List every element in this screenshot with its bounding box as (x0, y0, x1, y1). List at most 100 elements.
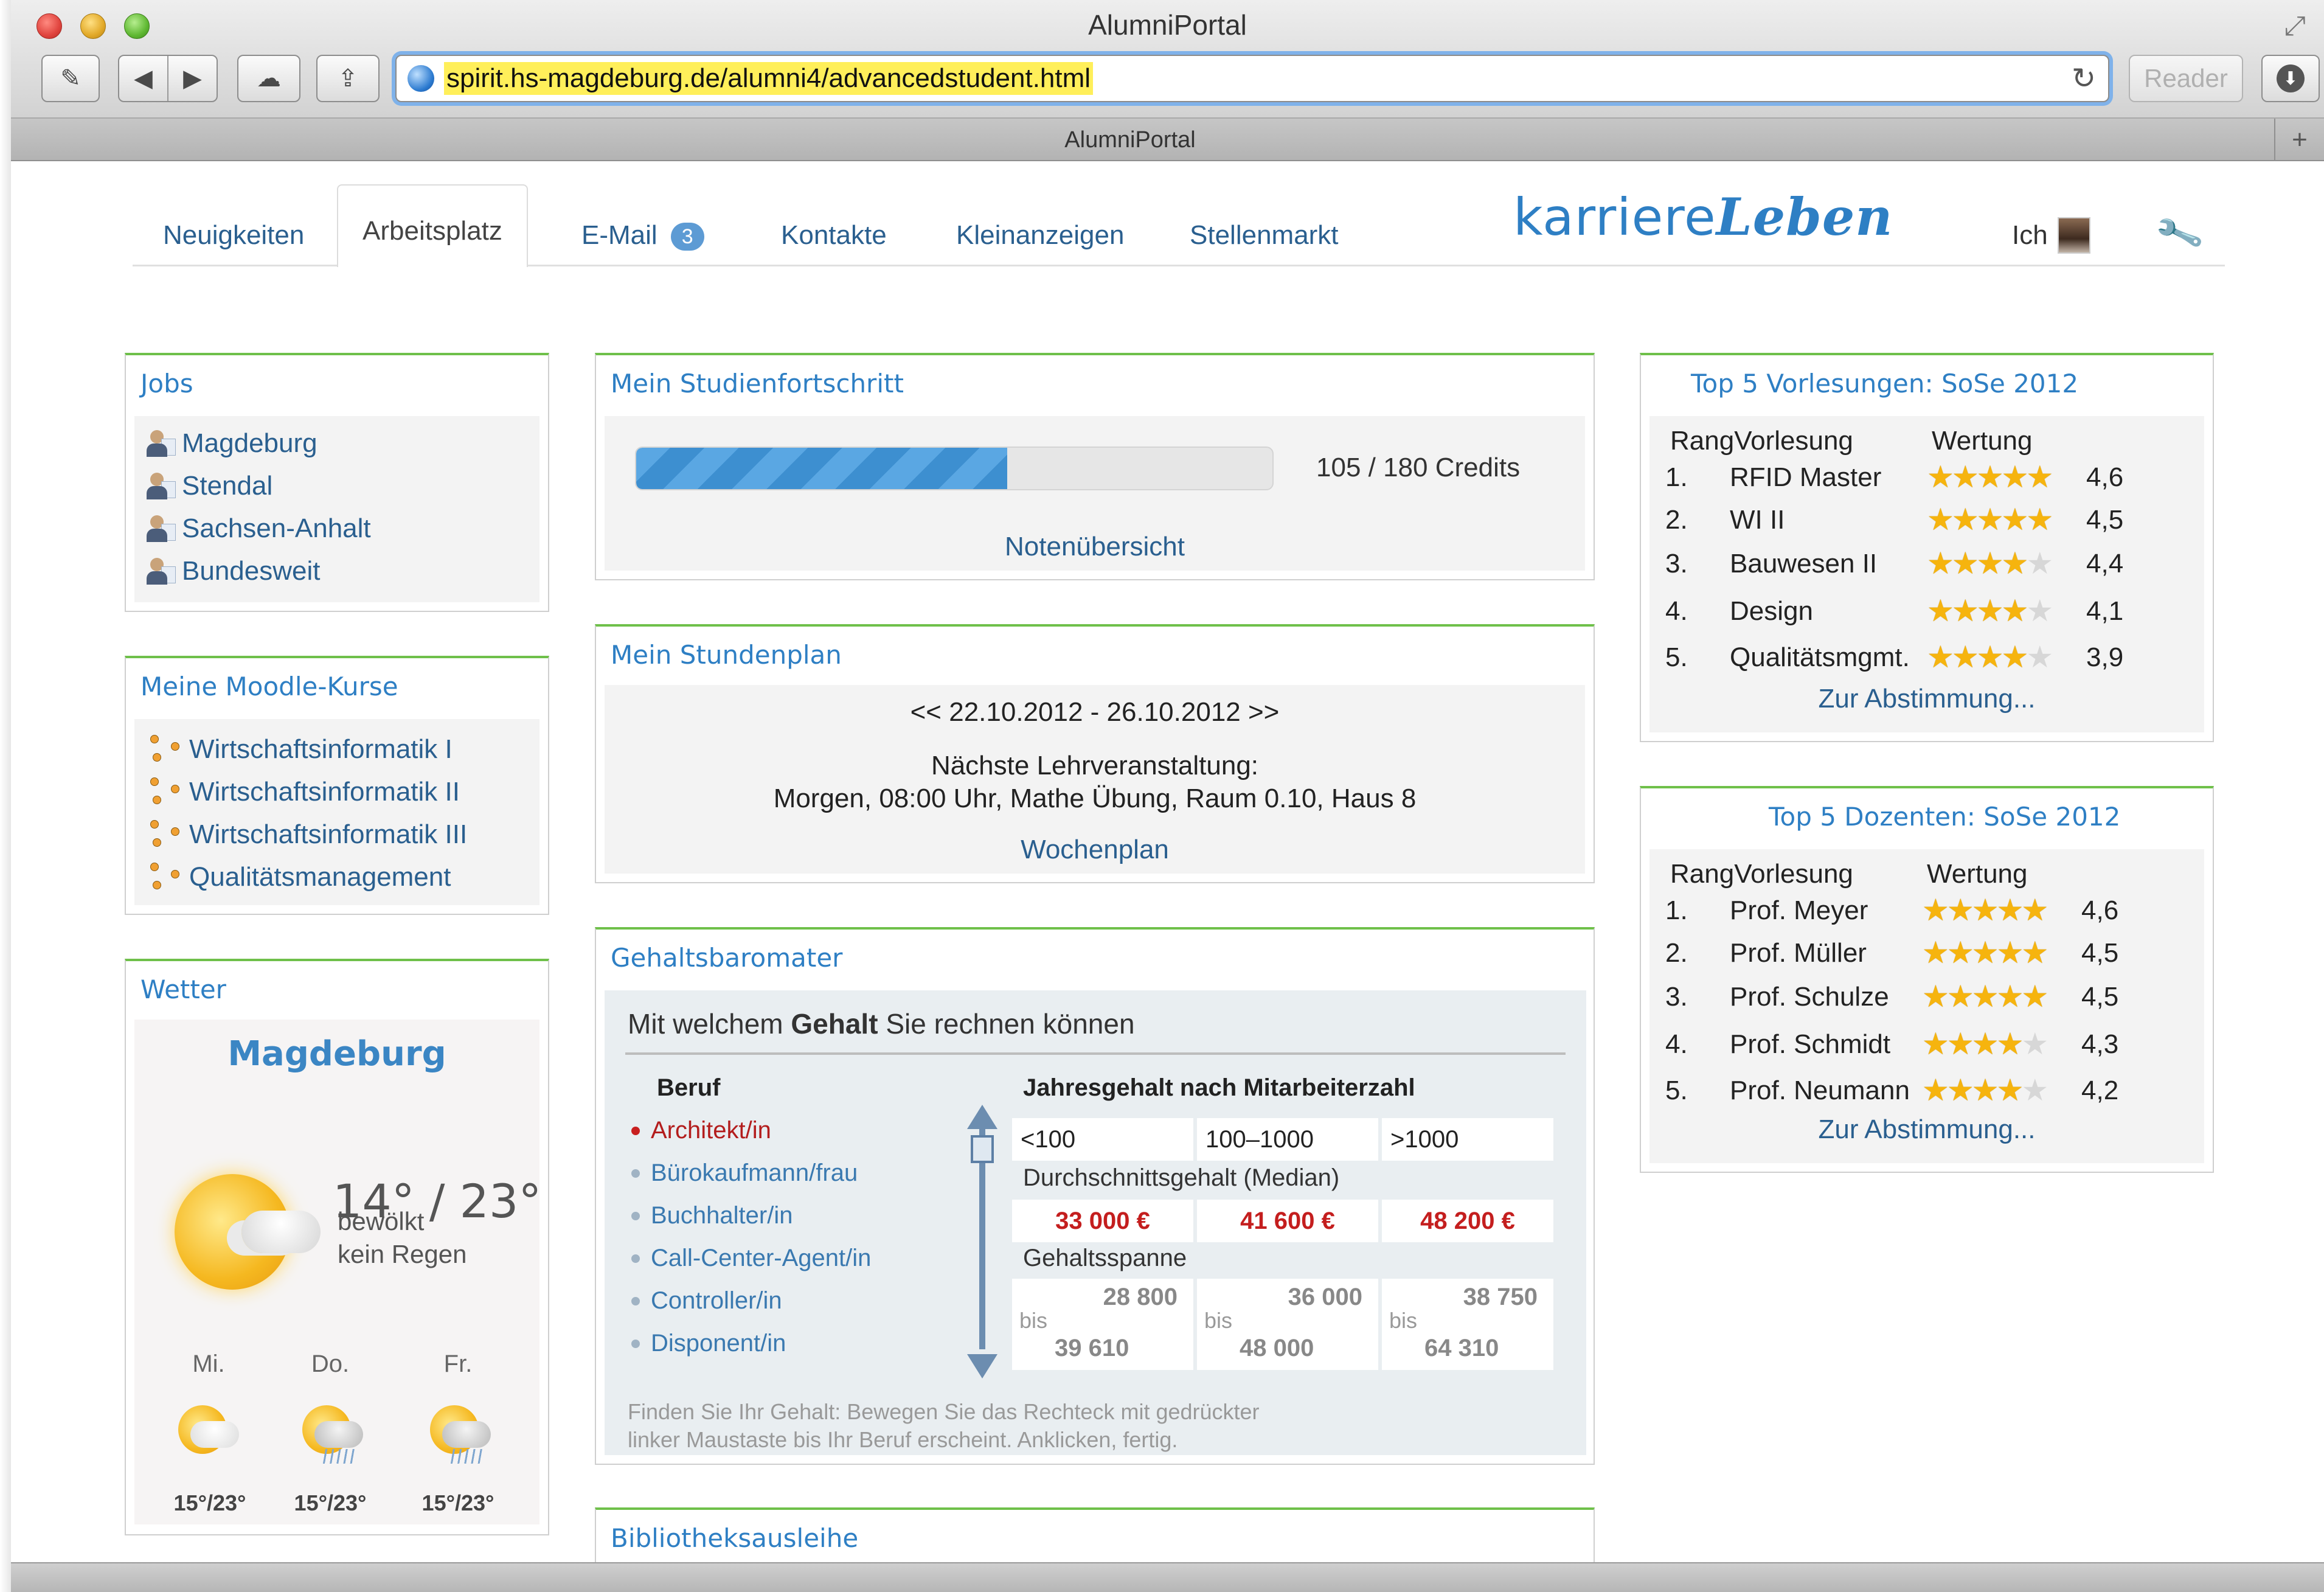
star-rating: ★ ★ ★ ★ ★ (1922, 979, 2048, 1013)
star-icon: ★ (1971, 979, 1999, 1013)
job-option[interactable]: Buchhalter/in (631, 1202, 793, 1229)
list-item[interactable]: Wirtschaftsinformatik II (147, 775, 460, 809)
moodle-icon (147, 775, 187, 809)
star-icon: ★ (1922, 893, 1949, 927)
nav-arbeitsplatz[interactable]: Arbeitsplatz (337, 184, 528, 267)
share-icon[interactable]: ⇪ (316, 55, 380, 102)
list-item[interactable]: Bundesweit (147, 556, 320, 586)
fullscreen-icon[interactable]: ⤢ (2284, 11, 2306, 41)
back-icon[interactable]: ◀ (119, 64, 167, 92)
slider-down-arrow[interactable] (967, 1354, 997, 1378)
profile-label: Ich (2012, 220, 2048, 250)
nav-kontakte[interactable]: Kontakte (757, 205, 911, 266)
star-rating: ★ ★ ★ ★ ★ (1922, 936, 2048, 970)
salary-range-large: 38 750 bis 64 310 (1382, 1279, 1553, 1370)
rank-number: 3. (1665, 549, 1688, 579)
median-large: 48 200 € (1382, 1200, 1553, 1242)
nav-neuigkeiten[interactable]: Neuigkeiten (139, 205, 328, 266)
salary-headline: Mit welchem Gehalt Sie rechnen können (628, 1007, 1135, 1040)
company-size-small[interactable]: <100 (1012, 1118, 1193, 1161)
star-icon: ★ (2021, 893, 2048, 927)
forecast-temp: 15°/23° (173, 1490, 246, 1515)
moodle-title: Meine Moodle-Kurse (140, 672, 398, 701)
tab-alumniportal[interactable]: AlumniPortal (11, 119, 2249, 161)
star-rating: ★ ★ ★ ★ ★ (1922, 1027, 2048, 1061)
job-person-icon (147, 557, 177, 586)
new-tab-button[interactable]: + (2274, 119, 2324, 161)
rank-score: 4,6 (2086, 462, 2124, 492)
star-icon: ★ (1922, 1027, 1949, 1061)
star-icon: ★ (2001, 546, 2028, 580)
edit-icon[interactable]: ✎ (41, 55, 100, 102)
job-option[interactable]: Disponent/in (631, 1330, 786, 1357)
progress-panel: Mein Studienfortschritt 105 / 180 Credit… (595, 353, 1595, 580)
salary-headline-pre: Mit welchem (628, 1008, 791, 1040)
median-medium: 41 600 € (1197, 1200, 1378, 1242)
brand-logo-bold: Leben (1716, 187, 1893, 247)
star-icon: ★ (1996, 979, 2024, 1013)
rank-score: 4,5 (2086, 505, 2124, 535)
rain-cloud-icon (424, 1399, 497, 1466)
forecast-day: Fr. (443, 1350, 473, 1377)
partly-cloudy-icon (162, 1162, 321, 1308)
week-range-nav[interactable]: << 22.10.2012 - 26.10.2012 >> (596, 697, 1594, 728)
range-from: 28 800 (1103, 1284, 1178, 1310)
jobs-list: Magdeburg Stendal Sachsen-Anhalt Bundesw… (134, 416, 539, 602)
reload-icon[interactable]: ↻ (2072, 61, 2096, 96)
job-option-label: Disponent/in (651, 1330, 786, 1357)
job-person-icon (147, 471, 177, 501)
nav-email[interactable]: E-Mail 3 (557, 205, 729, 266)
star-icon: ★ (1996, 936, 2024, 970)
list-item[interactable]: Stendal (147, 471, 272, 501)
grades-overview-link[interactable]: Notenübersicht (596, 532, 1594, 562)
address-bar[interactable]: spirit.hs-magdeburg.de/alumni4/advanceds… (395, 55, 2109, 102)
list-item[interactable]: Magdeburg (147, 428, 317, 459)
job-person-icon (147, 429, 177, 458)
downloads-button[interactable]: ⬇ (2261, 55, 2320, 102)
range-to: 39 610 (1055, 1335, 1129, 1361)
job-option[interactable]: Controller/in (631, 1287, 782, 1315)
list-item[interactable]: Sachsen-Anhalt (147, 513, 371, 544)
job-option[interactable]: Call-Center-Agent/in (631, 1245, 871, 1272)
vote-lectures-link[interactable]: Zur Abstimmung... (1641, 684, 2213, 714)
star-icon: ★ (1946, 1073, 1974, 1107)
range-to: 48 000 (1240, 1335, 1314, 1361)
job-slider-handle[interactable] (971, 1135, 994, 1163)
job-option[interactable]: Bürokaufmann/frau (631, 1159, 858, 1187)
list-item[interactable]: Qualitätsmanagement (147, 860, 451, 894)
salary-panel: Gehaltsbaromater Mit welchem Gehalt Sie … (595, 927, 1595, 1465)
company-size-large[interactable]: >1000 (1382, 1118, 1553, 1161)
star-icon: ★ (1922, 1073, 1949, 1107)
nav-buttons: ◀ ▶ (118, 55, 218, 102)
star-icon: ★ (1927, 640, 1954, 674)
vote-lecturers-link[interactable]: Zur Abstimmung... (1641, 1114, 2213, 1145)
forward-icon[interactable]: ▶ (168, 64, 217, 92)
star-icon: ★ (2021, 936, 2048, 970)
weekly-plan-link[interactable]: Wochenplan (596, 835, 1594, 865)
star-rating: ★ ★ ★ ★ ★ (1927, 502, 2053, 537)
rank-number: 1. (1665, 462, 1688, 492)
company-size-medium[interactable]: 100–1000 (1197, 1118, 1378, 1161)
profile-link[interactable]: Ich (2012, 205, 2090, 266)
progress-title: Mein Studienfortschritt (611, 369, 904, 398)
cloud-icon[interactable]: ☁ (237, 55, 300, 102)
url-text[interactable]: spirit.hs-magdeburg.de/alumni4/advanceds… (444, 62, 1094, 95)
window-edge (0, 0, 11, 1592)
library-title: Bibliotheksausleihe (611, 1523, 859, 1553)
moodle-icon (147, 818, 187, 852)
brand-logo[interactable]: karriereLeben (1513, 187, 1893, 247)
nav-stellenmarkt[interactable]: Stellenmarkt (1165, 205, 1363, 266)
rank-score: 4,1 (2086, 596, 2124, 626)
star-icon: ★ (1951, 546, 1979, 580)
job-option-architekt[interactable]: Architekt/in (631, 1117, 771, 1144)
wrench-icon[interactable]: 🔧 (2152, 207, 2206, 260)
list-item[interactable]: Wirtschaftsinformatik I (147, 732, 453, 766)
job-column-header: Beruf (657, 1074, 721, 1101)
reader-button[interactable]: Reader (2129, 55, 2243, 102)
list-item[interactable]: Wirtschaftsinformatik III (147, 818, 467, 852)
star-icon: ★ (1927, 546, 1954, 580)
nav-kleinanzeigen[interactable]: Kleinanzeigen (932, 205, 1148, 266)
credits-progress-fill (636, 448, 1008, 489)
star-rating: ★ ★ ★ ★ ★ (1927, 594, 2053, 628)
rank-number: 3. (1665, 982, 1688, 1012)
